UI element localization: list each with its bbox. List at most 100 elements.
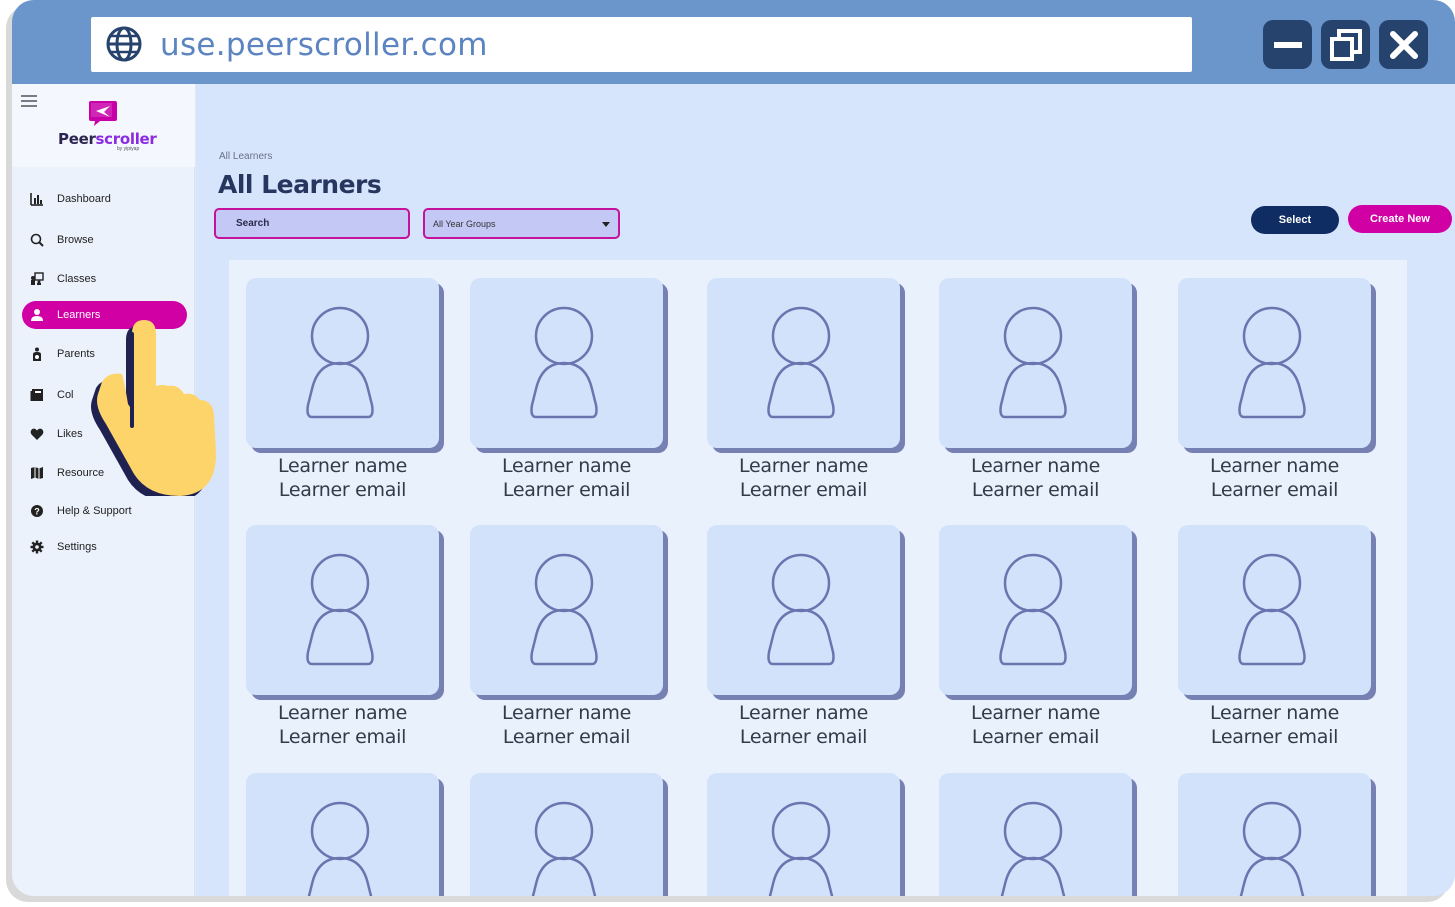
sidebar-item-label: Browse <box>57 234 94 246</box>
create-new-button[interactable]: Create New <box>1348 205 1452 233</box>
learner-avatar[interactable] <box>939 525 1132 695</box>
person-placeholder-icon <box>1238 553 1306 666</box>
title-bar: use.peerscroller.com <box>12 0 1455 84</box>
map-icon <box>31 467 43 479</box>
select-button[interactable]: Select <box>1251 206 1339 234</box>
person-placeholder-icon <box>306 553 374 666</box>
learner-grid: Learner name Learner email Learner name Lea… <box>229 260 1407 896</box>
close-button[interactable] <box>1379 20 1428 69</box>
restore-icon <box>1329 28 1362 61</box>
brand-sub: by yipiyap <box>117 146 140 152</box>
learner-avatar[interactable] <box>939 278 1132 448</box>
person-placeholder-icon <box>1239 801 1305 896</box>
sidebar-item-dashboard[interactable]: Dashboard <box>22 185 187 213</box>
main-content: All Learners All Learners Search All Yea… <box>196 84 1455 896</box>
person-placeholder-icon <box>767 553 835 666</box>
search-icon <box>30 233 44 247</box>
person-placeholder-icon <box>768 801 834 896</box>
brand-wordmark: Peerscroller <box>58 130 157 148</box>
parent-icon <box>33 347 41 361</box>
person-placeholder-icon <box>307 801 373 896</box>
sidebar-item-browse[interactable]: Browse <box>22 226 187 254</box>
learner-avatar[interactable] <box>707 773 900 896</box>
minimize-icon <box>1273 41 1302 48</box>
maximize-button[interactable] <box>1321 20 1370 69</box>
sidebar-item-classes[interactable]: Classes <box>22 265 187 293</box>
browser-window: use.peerscroller.com Peerscroller by yip… <box>12 0 1455 896</box>
learner-name: Learner name <box>502 455 631 477</box>
person-placeholder-icon <box>767 306 835 419</box>
learner-avatar[interactable] <box>246 278 439 448</box>
classroom-icon <box>31 272 44 285</box>
learner-avatar[interactable] <box>939 773 1132 896</box>
heart-icon <box>30 428 44 440</box>
sidebar-item-label: Dashboard <box>57 193 111 205</box>
breadcrumb[interactable]: All Learners <box>219 151 272 162</box>
learner-name: Learner name <box>1210 455 1339 477</box>
learner-avatar[interactable] <box>470 773 663 896</box>
sidebar-item-label: Classes <box>57 273 97 285</box>
person-placeholder-icon <box>530 306 598 419</box>
learner-name: Learner name <box>739 455 868 477</box>
person-placeholder-icon <box>306 306 374 419</box>
globe-icon <box>106 26 142 62</box>
select-value: All Year Groups <box>433 219 496 229</box>
learner-avatar[interactable] <box>1178 278 1371 448</box>
close-icon <box>1389 30 1418 59</box>
learner-avatar[interactable] <box>246 525 439 695</box>
learner-name: Learner name <box>739 702 868 724</box>
learner-avatar[interactable] <box>246 773 439 896</box>
svg-text:?: ? <box>34 507 40 517</box>
person-icon <box>31 309 43 321</box>
learner-avatar[interactable] <box>1178 525 1371 695</box>
learner-name: Learner name <box>971 702 1100 724</box>
learner-name: Learner name <box>1210 702 1339 724</box>
sidebar-item-help[interactable]: ? Help & Support <box>22 497 187 525</box>
bar-chart-icon <box>30 193 43 206</box>
learner-avatar[interactable] <box>1178 773 1371 896</box>
sidebar-item-label: Likes <box>57 428 83 440</box>
person-placeholder-icon <box>1238 306 1306 419</box>
menu-icon[interactable] <box>21 95 37 107</box>
search-input[interactable]: Search <box>214 208 410 239</box>
url-text: use.peerscroller.com <box>160 27 488 63</box>
gear-icon <box>30 540 44 554</box>
minimize-button[interactable] <box>1263 20 1312 69</box>
logo-area: Peerscroller by yipiyap <box>12 84 195 167</box>
learner-avatar[interactable] <box>470 525 663 695</box>
year-group-select[interactable]: All Year Groups <box>423 208 620 239</box>
address-bar[interactable]: use.peerscroller.com <box>91 17 1192 72</box>
sidebar-item-label: Help & Support <box>57 505 132 517</box>
learner-email: Learner email <box>1210 726 1339 748</box>
help-icon: ? <box>31 505 43 517</box>
learner-avatar[interactable] <box>707 278 900 448</box>
learner-avatar[interactable] <box>470 278 663 448</box>
person-placeholder-icon <box>530 553 598 666</box>
learner-email: Learner email <box>278 479 407 501</box>
learner-email: Learner email <box>278 726 407 748</box>
person-placeholder-icon <box>999 306 1067 419</box>
learner-email: Learner email <box>971 479 1100 501</box>
book-icon <box>30 389 43 401</box>
search-placeholder: Search <box>236 218 270 229</box>
learner-avatar[interactable] <box>707 525 900 695</box>
learner-email: Learner email <box>502 479 631 501</box>
learner-name: Learner name <box>278 702 407 724</box>
brand-prefix: Peer <box>58 130 96 148</box>
learner-email: Learner email <box>1210 479 1339 501</box>
learner-email: Learner email <box>739 726 868 748</box>
learner-name: Learner name <box>971 455 1100 477</box>
learner-email: Learner email <box>502 726 631 748</box>
learner-name: Learner name <box>502 702 631 724</box>
pointing-hand-icon <box>91 320 216 496</box>
peerscroller-logo-icon <box>89 101 117 126</box>
sidebar-item-label: Settings <box>57 541 97 553</box>
learner-name: Learner name <box>278 455 407 477</box>
sidebar-item-label: Col <box>57 389 74 401</box>
learner-email: Learner email <box>739 479 868 501</box>
person-placeholder-icon <box>1000 801 1066 896</box>
page-title: All Learners <box>218 170 382 199</box>
person-placeholder-icon <box>531 801 597 896</box>
sidebar-item-settings[interactable]: Settings <box>22 533 187 561</box>
person-placeholder-icon <box>999 553 1067 666</box>
